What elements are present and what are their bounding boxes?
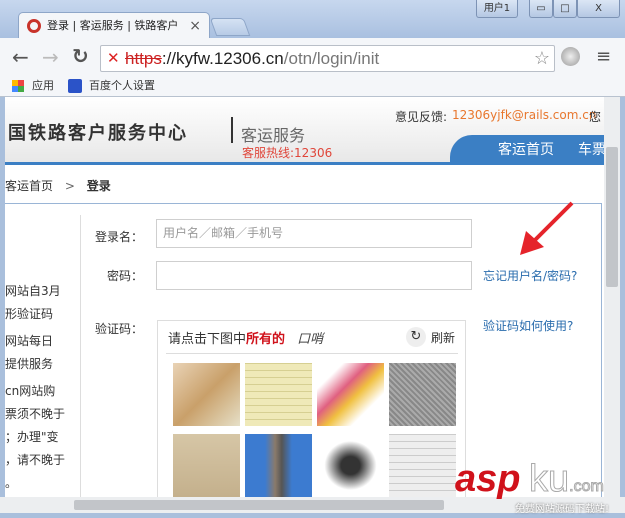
- notice-line: ；办理"变: [5, 430, 59, 444]
- red-arrow-annotation: [520, 201, 574, 255]
- notice-line: ，请不晚于: [5, 453, 66, 467]
- captcha-highlight: 所有的: [246, 332, 286, 347]
- notice-sidebar: 网站自3月 形验证码 网站每日 提供服务 cn网站购 票须不晚于 ；办理"变 ，…: [5, 280, 77, 495]
- notice-line: 提供服务: [5, 357, 54, 371]
- notice-line: 网站自3月: [5, 284, 61, 298]
- sidebar-divider: [80, 215, 81, 497]
- url-host: ://kyfw.12306.cn: [161, 49, 284, 68]
- site-header: 国铁路客户服务中心 客运服务 客服热线:12306 意见反馈: 12306yjf…: [5, 97, 604, 165]
- horizontal-scroll-thumb[interactable]: [74, 500, 444, 510]
- tab-close-icon[interactable]: ×: [189, 13, 201, 39]
- notice-line: 票须不晚于: [5, 407, 66, 421]
- insecure-lock-icon: ✕: [107, 50, 120, 67]
- main-nav: 客运首页 车票: [450, 135, 604, 165]
- breadcrumb-current: 登录: [86, 179, 111, 193]
- title-divider: [231, 117, 233, 143]
- new-tab-button[interactable]: [209, 18, 251, 36]
- captcha-image[interactable]: [173, 363, 240, 426]
- bookmark-baidu[interactable]: 百度个人设置: [89, 76, 155, 96]
- bookmark-apps[interactable]: 应用: [32, 76, 54, 96]
- bookmarks-bar: 应用 百度个人设置: [0, 76, 625, 97]
- hotline: 客服热线:12306: [242, 146, 333, 160]
- refresh-button[interactable]: 刷新: [431, 329, 455, 346]
- aspku-watermark: asp ku.com 免费网站源码下载站!: [455, 458, 625, 518]
- forward-icon[interactable]: →: [42, 45, 59, 69]
- notice-line: 网站每日: [5, 334, 54, 348]
- globe-icon[interactable]: [561, 47, 580, 66]
- url-path: /otn/login/init: [283, 49, 380, 68]
- url-scheme: https: [125, 49, 162, 68]
- captcha-image[interactable]: [389, 434, 456, 497]
- user-badge[interactable]: 用户1: [476, 0, 518, 18]
- breadcrumb-home[interactable]: 客运首页: [5, 179, 53, 193]
- captcha-image[interactable]: [245, 363, 312, 426]
- page-content: 国铁路客户服务中心 客运服务 客服热线:12306 意见反馈: 12306yjf…: [5, 97, 604, 497]
- menu-icon[interactable]: ≡: [596, 46, 611, 67]
- greeting: 您: [589, 110, 602, 124]
- site-subtitle: 客运服务: [241, 126, 306, 145]
- close-window-button[interactable]: X: [577, 0, 620, 18]
- vertical-scrollbar[interactable]: [604, 97, 620, 497]
- star-icon[interactable]: ☆: [534, 46, 550, 71]
- captcha-divider: [166, 353, 458, 354]
- captcha-image[interactable]: [389, 363, 456, 426]
- password-label: 密码：: [106, 269, 143, 283]
- captcha-prompt: 请点击下图中所有的 口哨: [168, 328, 323, 347]
- apps-icon: [12, 80, 24, 92]
- captcha-prompt-text: 请点击下图中: [168, 332, 247, 347]
- watermark-brand-asp: asp: [455, 458, 521, 500]
- notice-line: 。: [5, 476, 18, 490]
- address-bar[interactable]: ✕ https://kyfw.12306.cn/otn/login/init ☆: [100, 45, 555, 72]
- feedback-label: 意见反馈:: [395, 110, 448, 124]
- refresh-icon[interactable]: ↻: [406, 327, 426, 347]
- watermark-tagline: 免费网站源码下载站!: [515, 504, 610, 515]
- back-icon[interactable]: ←: [12, 45, 29, 69]
- vertical-scroll-thumb[interactable]: [606, 147, 618, 287]
- password-input[interactable]: [156, 261, 472, 290]
- captcha-image[interactable]: [245, 434, 312, 497]
- notice-line: cn网站购: [5, 384, 56, 398]
- captcha-word: 口哨: [297, 332, 324, 347]
- nav-home[interactable]: 客运首页: [498, 135, 554, 165]
- username-label: 登录名：: [94, 230, 143, 244]
- feedback-email[interactable]: 12306yjfk@rails.com.cn: [452, 108, 596, 122]
- captcha-label: 验证码：: [94, 322, 143, 336]
- captcha-image[interactable]: [173, 434, 240, 497]
- captcha-image[interactable]: [317, 434, 384, 497]
- forgot-password-link[interactable]: 忘记用户名/密码?: [483, 267, 577, 284]
- reload-icon[interactable]: ↻: [72, 44, 89, 68]
- captcha-box: 请点击下图中所有的 口哨 ↻ 刷新: [157, 320, 466, 497]
- nav-tickets[interactable]: 车票: [578, 135, 604, 165]
- 12306-logo-icon: [27, 19, 41, 33]
- watermark-brand-ku: ku.com: [529, 458, 605, 501]
- baidu-icon: [68, 79, 82, 93]
- minimize-button[interactable]: ▭: [529, 0, 553, 18]
- username-input[interactable]: 用户名／邮箱／手机号: [156, 219, 472, 248]
- notice-line: 形验证码: [5, 307, 54, 321]
- maximize-button[interactable]: □: [553, 0, 577, 18]
- breadcrumb: 客运首页 > 登录: [5, 177, 111, 194]
- captcha-image[interactable]: [317, 363, 384, 426]
- captcha-help-link[interactable]: 验证码如何使用?: [483, 317, 573, 334]
- tab-title: 登录 | 客运服务 | 铁路客户: [47, 19, 179, 32]
- site-title: 国铁路客户服务中心: [8, 123, 188, 144]
- browser-tab[interactable]: 登录 | 客运服务 | 铁路客户 ×: [18, 12, 210, 39]
- breadcrumb-separator: >: [64, 179, 75, 193]
